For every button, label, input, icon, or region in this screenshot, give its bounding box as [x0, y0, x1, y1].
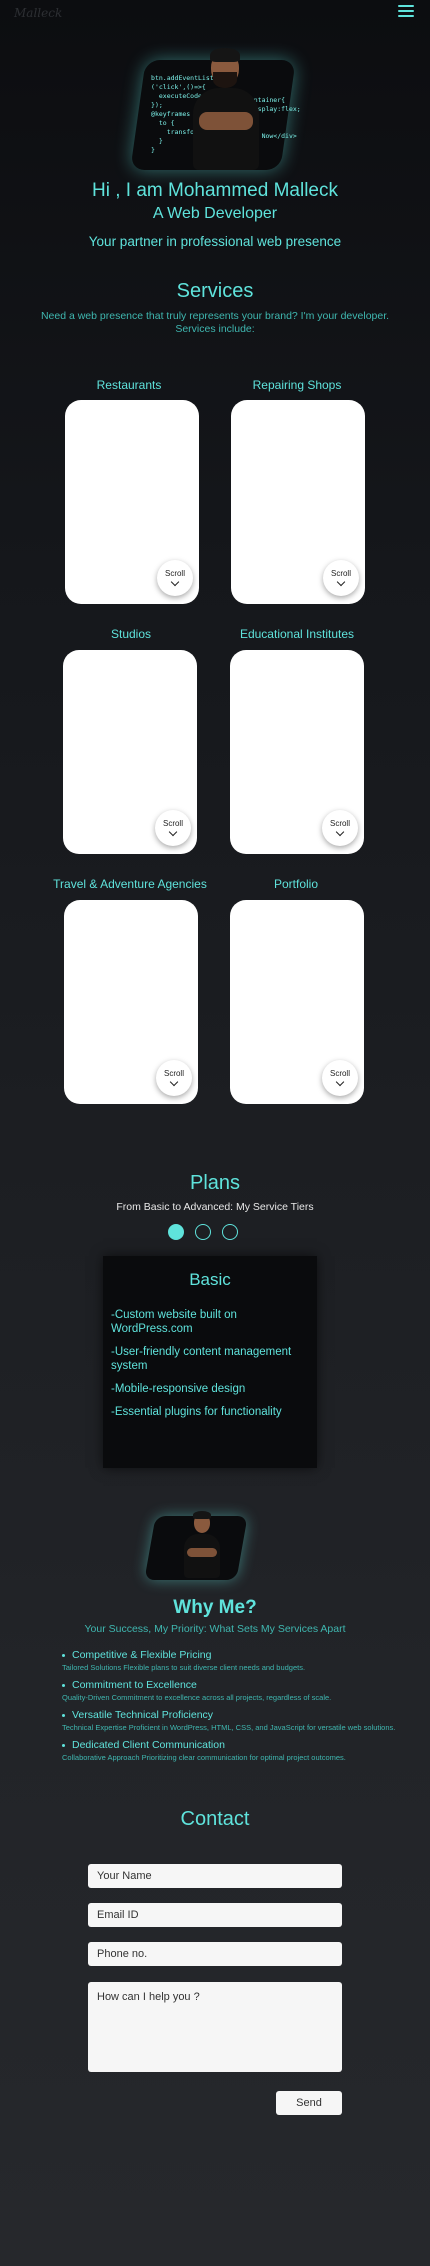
chevron-down-icon: [335, 827, 345, 837]
plan-card-title: Basic: [189, 1270, 231, 1289]
why-item: Versatile Technical Proficiency Technica…: [62, 1709, 422, 1733]
service-card-travel-adventure[interactable]: Scroll: [64, 900, 198, 1104]
plan-card-basic: Basic -Custom website built on WordPress…: [103, 1256, 317, 1468]
why-item-heading: Commitment to Excellence: [62, 1679, 422, 1692]
chevron-down-icon: [170, 577, 180, 587]
chevron-down-icon: [335, 1077, 345, 1087]
service-card-portfolio[interactable]: Scroll: [230, 900, 364, 1104]
plan-dot-basic[interactable]: [168, 1224, 184, 1240]
hero-role: A Web Developer: [152, 205, 278, 222]
scroll-button[interactable]: Scroll: [322, 810, 358, 846]
scroll-button[interactable]: Scroll: [157, 560, 193, 596]
chevron-down-icon: [168, 827, 178, 837]
services-title: Services: [176, 280, 254, 302]
why-me-title: Why Me?: [173, 1597, 257, 1618]
scroll-button[interactable]: Scroll: [156, 1060, 192, 1096]
name-input[interactable]: [88, 1864, 342, 1888]
why-item: Dedicated Client Communication Collabora…: [62, 1739, 422, 1763]
scroll-button[interactable]: Scroll: [322, 1060, 358, 1096]
plan-dot-2[interactable]: [195, 1224, 211, 1240]
plan-feature: -User-friendly content management system: [111, 1346, 292, 1372]
message-input[interactable]: [88, 1982, 342, 2072]
scroll-button[interactable]: Scroll: [323, 560, 359, 596]
why-me-image: [144, 1508, 250, 1586]
top-bar: Malleck: [0, 0, 430, 28]
scroll-button[interactable]: Scroll: [155, 810, 191, 846]
service-card-educational-institutes[interactable]: Scroll: [230, 650, 364, 854]
hero-image: btn.addEventListener ('click',()=>{ exec…: [130, 42, 318, 182]
profile-photo: [193, 42, 259, 170]
why-item-desc: Collaborative Approach Prioritizing clea…: [62, 1753, 346, 1762]
site-logo[interactable]: Malleck: [14, 6, 62, 20]
plans-title: Plans: [189, 1172, 241, 1194]
hero-greeting: Hi , I am Mohammed Malleck: [91, 180, 338, 201]
service-card-studios[interactable]: Scroll: [63, 650, 197, 854]
plan-carousel-dots: [168, 1224, 262, 1242]
plan-feature: -Essential plugins for functionality: [111, 1406, 282, 1418]
why-item: Commitment to Excellence Quality-Driven …: [62, 1679, 422, 1703]
plans-subtitle: From Basic to Advanced: My Service Tiers: [116, 1201, 314, 1213]
why-item-heading: Competitive & Flexible Pricing: [62, 1649, 422, 1662]
plan-feature-list: -Custom website built on WordPress.com -…: [111, 1308, 311, 1428]
why-me-subtitle: Your Success, My Priority: What Sets My …: [84, 1623, 346, 1635]
chevron-down-icon: [169, 1077, 179, 1087]
contact-title: Contact: [180, 1808, 250, 1830]
why-item-desc: Technical Expertise Proficient in WordPr…: [62, 1723, 396, 1732]
service-label-restaurants: Restaurants: [96, 378, 162, 392]
plan-feature: -Custom website built on WordPress.com: [111, 1309, 237, 1335]
why-item-desc: Quality-Driven Commitment to excellence …: [62, 1693, 332, 1702]
plan-feature: -Mobile-responsive design: [111, 1383, 246, 1395]
service-card-repairing-shops[interactable]: Scroll: [231, 400, 365, 604]
service-label-studios: Studios: [110, 627, 152, 641]
plan-dot-3[interactable]: [222, 1224, 238, 1240]
service-label-repairing-shops: Repairing Shops: [252, 378, 342, 392]
hamburger-menu-icon[interactable]: [398, 5, 414, 17]
why-item: Competitive & Flexible Pricing Tailored …: [62, 1649, 422, 1673]
why-item-heading: Versatile Technical Proficiency: [62, 1709, 422, 1722]
send-button[interactable]: Send: [276, 2091, 342, 2115]
service-card-restaurants[interactable]: Scroll: [65, 400, 199, 604]
services-description: Need a web presence that truly represent…: [40, 310, 390, 335]
phone-input[interactable]: [88, 1942, 342, 1966]
why-me-list: Competitive & Flexible Pricing Tailored …: [62, 1649, 422, 1769]
hero-tagline: Your partner in professional web presenc…: [88, 234, 342, 249]
chevron-down-icon: [336, 577, 346, 587]
why-item-heading: Dedicated Client Communication: [62, 1739, 422, 1752]
profile-photo-small: [184, 1508, 220, 1578]
service-label-portfolio: Portfolio: [273, 877, 319, 891]
service-label-travel-adventure: Travel & Adventure Agencies: [53, 877, 207, 891]
service-label-educational-institutes: Educational Institutes: [239, 627, 355, 641]
why-item-desc: Tailored Solutions Flexible plans to sui…: [62, 1663, 306, 1672]
email-input[interactable]: [88, 1903, 342, 1927]
